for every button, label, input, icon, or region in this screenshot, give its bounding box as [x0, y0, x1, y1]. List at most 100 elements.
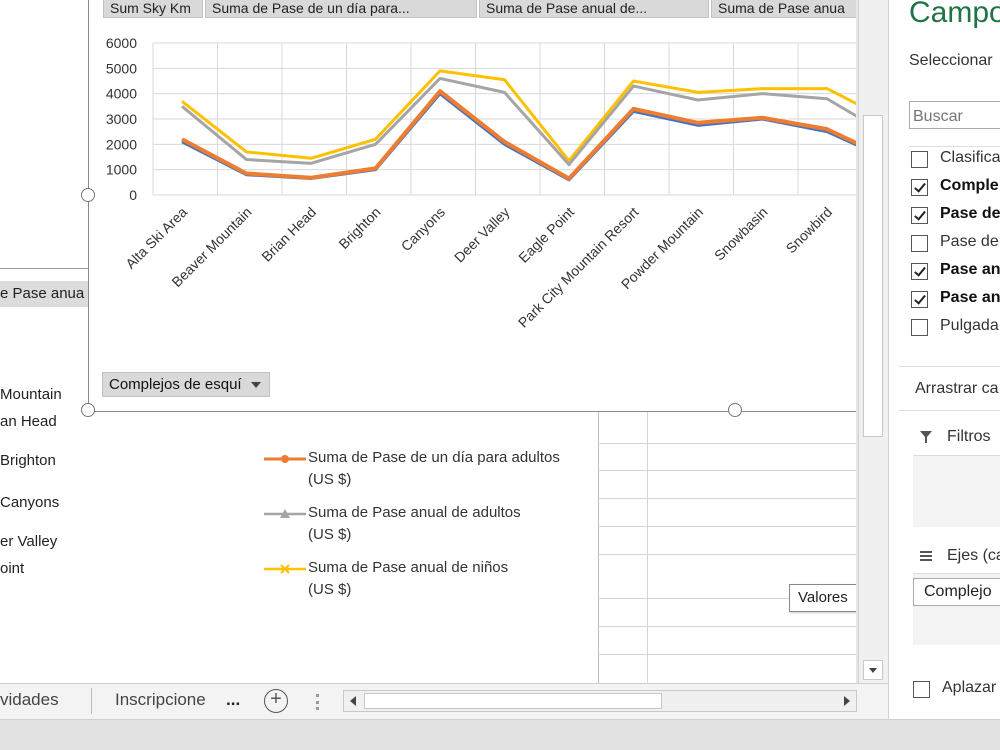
- pane-title: Campo: [909, 0, 1000, 29]
- chart-field-button-day-pass[interactable]: Suma de Pase de un día para...: [205, 0, 477, 18]
- cell-gridline: [598, 410, 599, 683]
- axis-filter-label: Complejos de esquí: [109, 376, 242, 393]
- status-bar: [0, 719, 1000, 750]
- filter-icon: [920, 431, 932, 443]
- chart-field-button-annual-child[interactable]: Suma de Pase anua: [711, 0, 856, 18]
- pivot-row-label[interactable]: Brighton: [0, 452, 56, 469]
- legend-label: Suma de Pase anual de adultos: [308, 504, 521, 521]
- legend-label-unit: (US $): [308, 581, 352, 598]
- field-label: Pulgada: [940, 317, 999, 334]
- y-tick-label: 6000: [106, 35, 137, 51]
- pivot-row-label[interactable]: Mountain: [0, 386, 62, 403]
- series-line: [181, 89, 856, 181]
- scroll-right-icon[interactable]: [838, 691, 856, 711]
- x-tick-label: Alta Ski Area: [122, 204, 190, 272]
- splitter-dots-icon[interactable]: [316, 694, 319, 710]
- pivot-row-label[interactable]: er Valley: [0, 533, 57, 550]
- axis-field-filter-button[interactable]: Complejos de esquí: [102, 372, 270, 397]
- pivot-table: e Pase anua Mountain an Head Brighton Ca…: [0, 0, 88, 683]
- add-sheet-button[interactable]: +: [264, 689, 288, 713]
- vertical-scroll-thumb[interactable]: [863, 115, 883, 437]
- field-label: Pase an: [940, 289, 1000, 306]
- cell-gridline: [598, 554, 856, 555]
- field-label: Pase de: [940, 233, 999, 250]
- field-label: Clasifica: [940, 149, 1000, 166]
- plus-icon: +: [270, 688, 282, 710]
- horizontal-scrollbar[interactable]: [343, 690, 857, 712]
- series-line: [181, 69, 856, 163]
- field-checkbox[interactable]: [911, 207, 928, 224]
- chevron-down-icon: [251, 382, 261, 388]
- y-tick-label: 4000: [106, 86, 137, 102]
- pivot-row-label[interactable]: Canyons: [0, 494, 59, 511]
- x-tick-label: Canyons: [398, 204, 448, 254]
- field-checkbox[interactable]: [911, 291, 928, 308]
- scroll-down-button[interactable]: [863, 660, 883, 680]
- worksheet[interactable]: e Pase anua Mountain an Head Brighton Ca…: [0, 0, 856, 683]
- legend-marker-orange: [264, 455, 306, 463]
- defer-update-label: Aplazar: [942, 679, 997, 696]
- cell-gridline: [598, 626, 856, 627]
- sheet-tab-inscripciones[interactable]: Inscripcione: [115, 690, 206, 710]
- triangle-down-icon: [869, 668, 877, 673]
- legend-label: Suma de Pase anual de niños: [308, 559, 509, 576]
- pane-subtitle: Seleccionar: [909, 52, 993, 69]
- legend-item-annual-adult: Suma de Pase anual de adultos (US $): [308, 502, 521, 546]
- axes-zone-item[interactable]: Complejo: [913, 578, 1000, 606]
- field-label: Pase an: [940, 261, 1000, 278]
- field-label: Pase de: [940, 205, 1000, 222]
- cell-gridline: [598, 443, 856, 444]
- legend-label-unit: (US $): [308, 526, 352, 543]
- x-tick-label: Eagle Point: [515, 204, 577, 266]
- more-sheets-button[interactable]: ...: [226, 690, 240, 710]
- chart-field-button-sum-sky-km[interactable]: Sum Sky Km: [103, 0, 203, 18]
- pivot-chart-fields-pane: Campo Seleccionar Clasifica Comple Pase …: [888, 0, 1000, 719]
- pivot-column-header[interactable]: e Pase anua: [0, 281, 88, 307]
- filters-zone-label: Filtros: [947, 428, 991, 445]
- y-tick-label: 0: [129, 187, 137, 203]
- x-tick-label: Snowbasin: [711, 204, 771, 264]
- y-tick-label: 5000: [106, 60, 137, 76]
- cell-gridline: [647, 410, 648, 683]
- field-checkbox[interactable]: [911, 235, 928, 252]
- field-label: Comple: [940, 177, 999, 194]
- resize-handle[interactable]: [728, 403, 742, 417]
- values-tooltip: Valores: [789, 584, 856, 612]
- field-checkbox[interactable]: [911, 319, 928, 336]
- filters-drop-zone[interactable]: [913, 455, 1000, 527]
- pane-divider: [899, 366, 1000, 367]
- axes-zone-label: Ejes (ca: [947, 547, 1000, 564]
- legend-marker-gray: [264, 509, 306, 518]
- pivot-chart[interactable]: 0 1000 2000 3000 4000 5000 6000 Alta Ski Area Be…: [88, 0, 856, 412]
- x-tick-label: Park City Mountain Resort: [515, 204, 642, 331]
- defer-update-checkbox[interactable]: [913, 681, 930, 698]
- pivot-row-label[interactable]: an Head: [0, 413, 57, 430]
- field-checkbox[interactable]: [911, 263, 928, 280]
- pivot-row-label[interactable]: oint: [0, 560, 24, 577]
- line-chart-plot: 0100020003000400050006000Alta Ski AreaBe…: [106, 35, 856, 331]
- y-tick-label: 2000: [106, 136, 137, 152]
- legend-item-annual-child: Suma de Pase anual de niños (US $): [308, 557, 508, 601]
- pane-divider: [899, 410, 1000, 411]
- resize-handle[interactable]: [81, 188, 95, 202]
- drag-fields-hint: Arrastrar ca: [915, 380, 999, 397]
- axis-list-icon: [920, 551, 932, 561]
- cell-gridline: [598, 526, 856, 527]
- field-checkbox[interactable]: [911, 151, 928, 168]
- legend-label: Suma de Pase de un día para adultos: [308, 449, 560, 466]
- y-tick-label: 3000: [106, 111, 137, 127]
- field-search-input[interactable]: [909, 101, 1000, 129]
- horizontal-scroll-thumb[interactable]: [364, 693, 662, 709]
- sheet-tab-actividades[interactable]: vidades: [0, 690, 59, 710]
- scroll-left-icon[interactable]: [344, 691, 362, 711]
- resize-handle[interactable]: [81, 403, 95, 417]
- cell-gridline: [598, 654, 856, 655]
- vertical-scrollbar[interactable]: [858, 0, 888, 683]
- chart-field-button-annual-adult[interactable]: Suma de Pase anual de...: [479, 0, 709, 18]
- legend-label-unit: (US $): [308, 471, 352, 488]
- field-checkbox[interactable]: [911, 179, 928, 196]
- legend-item-day-pass: Suma de Pase de un día para adultos (US …: [308, 447, 560, 491]
- cell-gridline: [598, 470, 856, 471]
- y-tick-label: 1000: [106, 162, 137, 178]
- tab-divider: [91, 688, 92, 714]
